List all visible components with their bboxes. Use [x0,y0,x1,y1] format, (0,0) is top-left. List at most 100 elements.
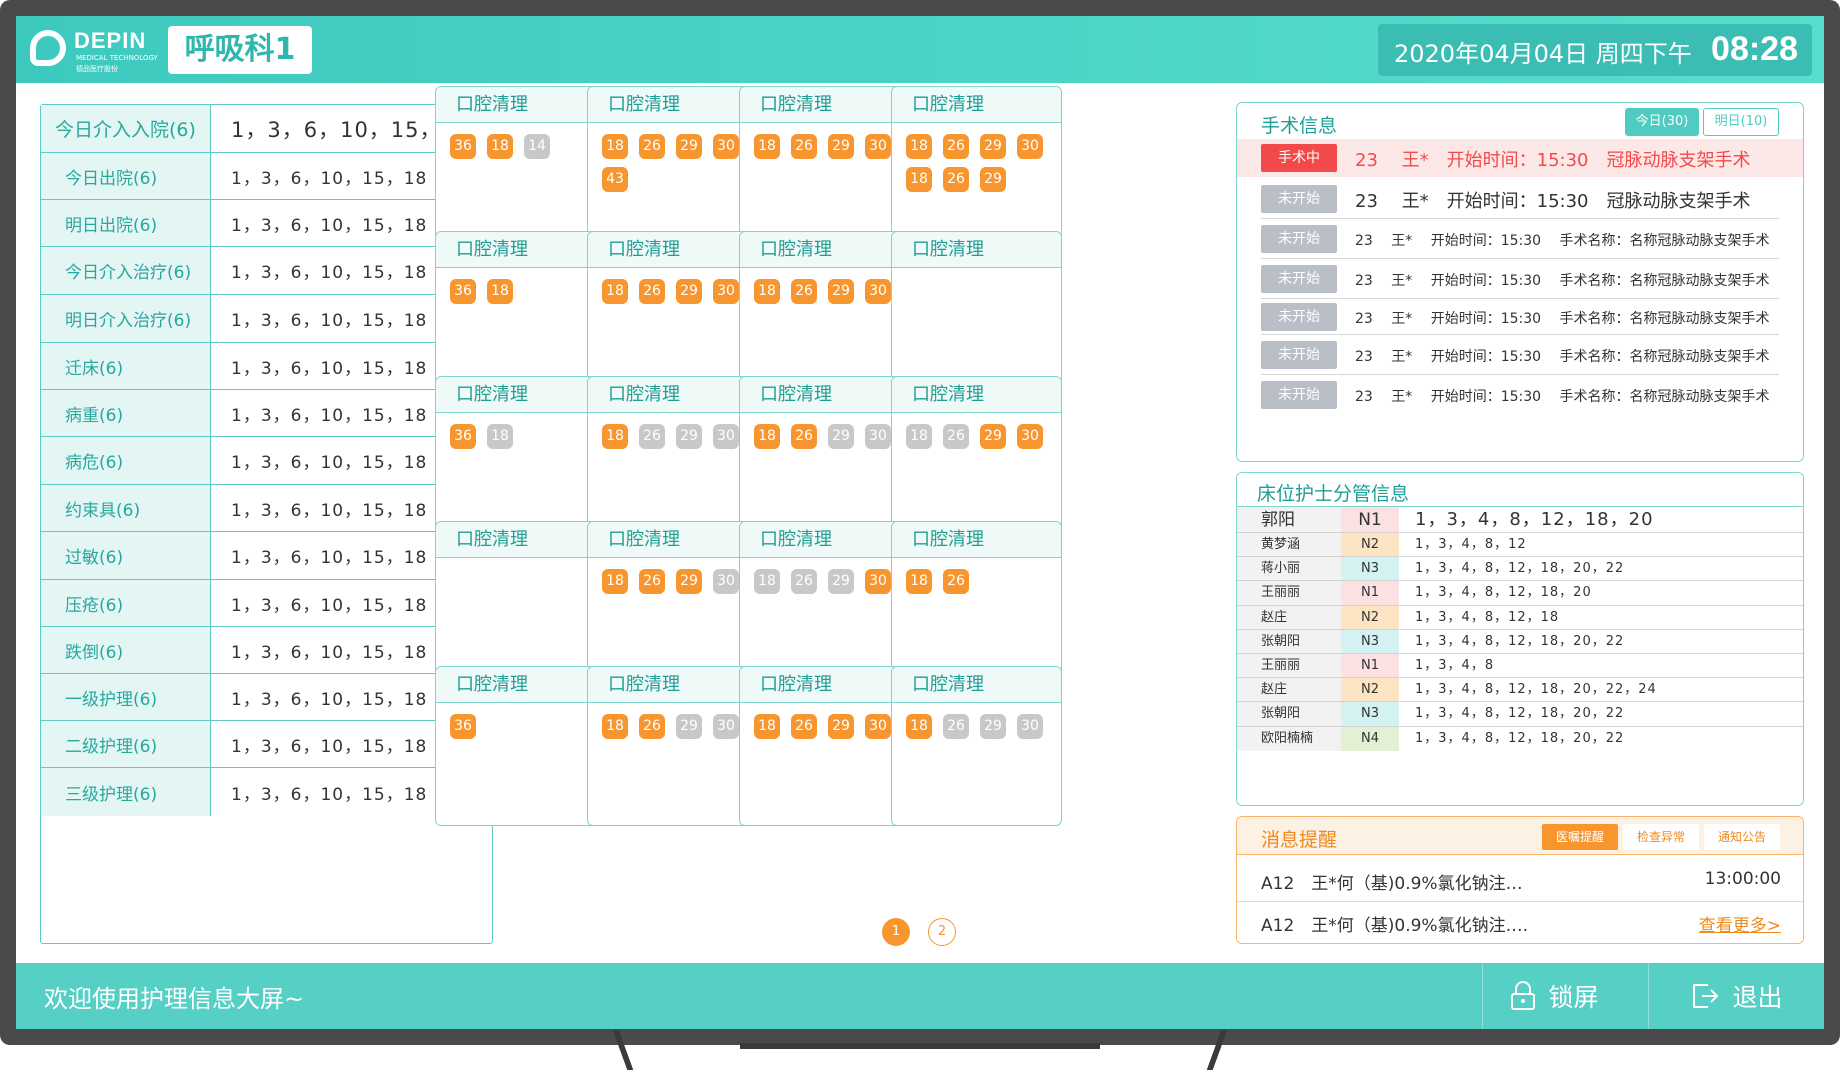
bed-tag[interactable]: 18 [602,569,628,594]
care-task-card[interactable]: 口腔清理 18 26 29 30 18 26 29 [891,86,1062,246]
care-task-card[interactable]: 口腔清理 [435,521,606,681]
care-task-card[interactable]: 口腔清理 18 26 29 30 43 [587,86,758,246]
bed-tag[interactable]: 18 [754,424,780,449]
bed-tags: 36 18 [436,268,604,308]
bed-tag[interactable]: 18 [602,134,628,159]
bed-tag[interactable]: 30 [865,279,891,304]
lock-screen-button[interactable]: 锁屏 [1482,963,1626,1029]
bed-tag[interactable]: 29 [828,424,854,449]
tab-exam-abnormal[interactable]: 检查异常 [1623,824,1699,850]
bed-tag[interactable]: 36 [450,714,476,739]
care-task-card[interactable]: 口腔清理 36 18 [435,231,606,391]
care-task-card[interactable]: 口腔清理 18 26 29 30 [739,521,910,681]
page-1-button[interactable]: 1 [882,918,910,946]
bed-tag[interactable]: 18 [487,279,513,304]
care-task-card[interactable]: 口腔清理 36 [435,666,606,826]
bed-tag[interactable]: 29 [980,424,1006,449]
bed-tag[interactable]: 18 [754,714,780,739]
bed-tag[interactable]: 36 [450,134,476,159]
bed-tag[interactable]: 30 [713,569,739,594]
bed-tag[interactable]: 26 [791,424,817,449]
tab-notice[interactable]: 通知公告 [1704,824,1780,850]
bed-tag[interactable]: 26 [791,714,817,739]
bed-tag[interactable]: 29 [980,714,1006,739]
view-more-link[interactable]: 查看更多> [1699,911,1781,936]
bed-tag[interactable]: 14 [524,134,550,159]
bed-tag[interactable]: 30 [713,714,739,739]
bed-tag[interactable]: 26 [639,134,665,159]
bed-tag[interactable]: 29 [828,714,854,739]
card-title: 口腔清理 [436,232,605,268]
care-task-card[interactable]: 口腔清理 18 26 29 30 [587,231,758,391]
bed-tag[interactable]: 26 [791,134,817,159]
bed-tag[interactable]: 26 [639,279,665,304]
bed-tag[interactable]: 29 [676,569,702,594]
bed-tag[interactable]: 29 [828,279,854,304]
bed-tag[interactable]: 18 [754,134,780,159]
bed-tag[interactable]: 18 [906,714,932,739]
bed-tag[interactable]: 30 [865,569,891,594]
bed-tag[interactable]: 30 [1017,714,1043,739]
bed-tag[interactable]: 29 [980,134,1006,159]
date-text: 2020年04月04日 周四下午 [1394,40,1692,68]
bed-tag[interactable]: 18 [754,279,780,304]
bed-tag[interactable]: 26 [943,167,969,192]
bed-tag[interactable]: 36 [450,424,476,449]
care-task-card[interactable]: 口腔清理 18 26 29 30 [739,86,910,246]
care-task-card[interactable]: 口腔清理 18 26 29 30 [587,376,758,536]
care-task-card[interactable]: 口腔清理 18 26 29 30 [587,666,758,826]
bed-tag[interactable]: 26 [639,569,665,594]
tab-order-reminder[interactable]: 医嘱提醒 [1542,824,1618,850]
bed-tag[interactable]: 29 [676,134,702,159]
bed-tag[interactable]: 18 [754,569,780,594]
bed-tag[interactable]: 26 [943,714,969,739]
bed-tag[interactable]: 29 [828,134,854,159]
bed-tag[interactable]: 29 [980,167,1006,192]
bed-tag[interactable]: 18 [906,424,932,449]
bed-tag[interactable]: 30 [1017,134,1043,159]
bed-tag[interactable]: 26 [943,424,969,449]
care-task-card[interactable]: 口腔清理 36 18 [435,376,606,536]
bed-tag[interactable]: 30 [713,279,739,304]
bed-tag[interactable]: 43 [602,167,628,192]
exit-button[interactable]: 退出 [1648,963,1824,1029]
bed-tag[interactable]: 29 [676,279,702,304]
page-2-button[interactable]: 2 [928,918,956,946]
bed-tag[interactable]: 26 [639,714,665,739]
care-task-card[interactable]: 口腔清理 36 18 14 [435,86,606,246]
bed-tag[interactable]: 26 [791,569,817,594]
bed-tag[interactable]: 29 [676,424,702,449]
surgery-status-badge: 未开始 [1261,341,1337,369]
bed-tag[interactable]: 26 [639,424,665,449]
care-task-card[interactable]: 口腔清理 18 26 29 30 [891,376,1062,536]
bed-tag[interactable]: 18 [906,134,932,159]
bed-tag[interactable]: 30 [865,424,891,449]
care-task-card[interactable]: 口腔清理 18 26 29 30 [587,521,758,681]
bed-tag[interactable]: 18 [487,134,513,159]
bed-tag[interactable]: 30 [865,134,891,159]
bed-tag[interactable]: 29 [676,714,702,739]
care-task-card[interactable]: 口腔清理 18 26 29 30 [739,376,910,536]
tab-today[interactable]: 今日(30) [1625,108,1699,136]
care-task-card[interactable]: 口腔清理 18 26 29 30 [891,666,1062,826]
bed-tag[interactable]: 29 [828,569,854,594]
bed-tag[interactable]: 18 [906,569,932,594]
bed-tag[interactable]: 18 [602,424,628,449]
bed-tag[interactable]: 26 [943,569,969,594]
care-task-card[interactable]: 口腔清理 18 26 [891,521,1062,681]
bed-tag[interactable]: 18 [487,424,513,449]
bed-tag[interactable]: 26 [791,279,817,304]
bed-tag[interactable]: 26 [943,134,969,159]
bed-tag[interactable]: 30 [713,134,739,159]
care-task-card[interactable]: 口腔清理 18 26 29 30 [739,231,910,391]
bed-tag[interactable]: 18 [602,279,628,304]
bed-tag[interactable]: 18 [906,167,932,192]
bed-tag[interactable]: 30 [713,424,739,449]
bed-tag[interactable]: 30 [865,714,891,739]
care-task-card[interactable]: 口腔清理 [891,231,1062,391]
bed-tag[interactable]: 18 [602,714,628,739]
tab-tomorrow[interactable]: 明日(10) [1703,108,1779,136]
bed-tag[interactable]: 30 [1017,424,1043,449]
care-task-card[interactable]: 口腔清理 18 26 29 30 [739,666,910,826]
bed-tag[interactable]: 36 [450,279,476,304]
